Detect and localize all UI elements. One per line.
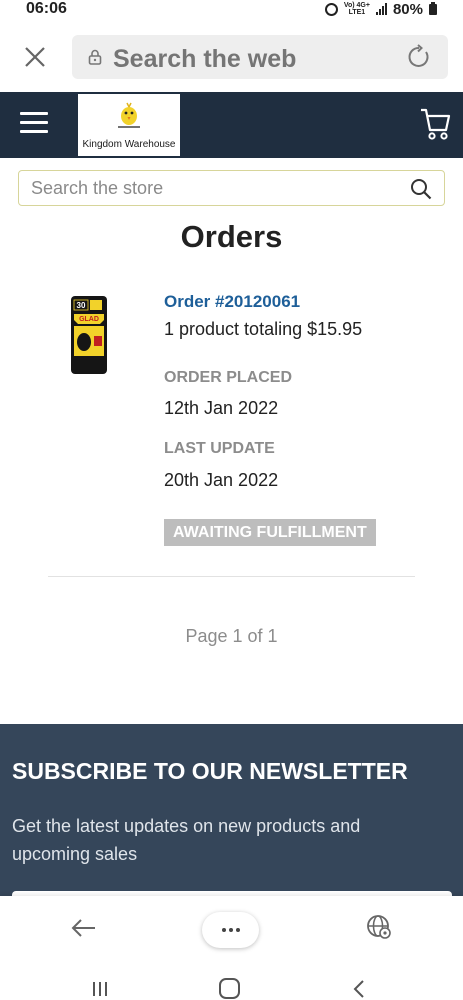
close-icon[interactable] [20, 42, 50, 72]
site-logo[interactable]: Kingdom Warehouse [78, 94, 180, 156]
last-update-date: 20th Jan 2022 [164, 470, 279, 490]
battery-percent: 80% [392, 0, 423, 18]
newsletter-title: SUBSCRIBE TO OUR NEWSLETTER [12, 758, 408, 784]
logo-text: Kingdom Warehouse [82, 139, 176, 150]
order-placed-label: ORDER PLACED [164, 369, 293, 386]
order-placed-date: 12th Jan 2022 [164, 398, 279, 418]
order-summary: 1 product totaling $15.95 [164, 319, 363, 339]
back-arrow-icon[interactable] [70, 916, 98, 940]
bird-logo-icon [114, 100, 144, 130]
search-icon[interactable] [410, 178, 432, 200]
order-number-link[interactable]: Order #20120061 [164, 292, 300, 312]
browser-toolbar [0, 896, 463, 960]
more-icon[interactable] [202, 912, 259, 948]
network-bottom-text: LTE1 [348, 9, 366, 16]
order-status-badge: AWAITING FULFILLMENT [164, 519, 376, 546]
alarm-icon [324, 2, 338, 16]
product-count-label: 30 [77, 301, 86, 310]
globe-icon[interactable] [366, 914, 392, 940]
address-bar[interactable]: Search the web [72, 35, 448, 79]
reload-icon[interactable] [406, 44, 432, 70]
page-title: Orders [180, 219, 283, 254]
site-header: Kingdom Warehouse [0, 92, 463, 158]
product-brand-label: GLAD [79, 316, 99, 323]
menu-icon[interactable] [20, 112, 48, 138]
status-icons: Vo) 4G+ LTE1 80% [324, 0, 437, 18]
store-search-input[interactable] [31, 176, 401, 200]
recents-icon[interactable] [90, 980, 110, 998]
home-icon[interactable] [219, 978, 240, 999]
address-text[interactable]: Search the web [113, 45, 296, 74]
android-nav-bar [0, 960, 463, 1000]
network-top-text: Vo) 4G+ [343, 2, 370, 9]
pagination-text: Page 1 of 1 [185, 626, 278, 646]
lock-icon [88, 49, 102, 65]
cart-icon[interactable] [419, 104, 451, 144]
newsletter-section: SUBSCRIBE TO OUR NEWSLETTER Get the late… [0, 724, 463, 911]
browser-bar: Search the web [0, 20, 463, 92]
last-update-label: LAST UPDATE [164, 440, 275, 457]
back-icon[interactable] [352, 978, 366, 1000]
newsletter-text: Get the latest updates on new products a… [12, 816, 361, 864]
divider [48, 576, 415, 577]
network-indicator: Vo) 4G+ LTE1 [344, 2, 370, 16]
signal-icon [375, 3, 387, 15]
status-bar: 06:06 Vo) 4G+ LTE1 80% [0, 0, 463, 20]
status-time: 06:06 [26, 0, 67, 17]
battery-icon [429, 1, 437, 15]
store-search-box [18, 170, 445, 206]
product-image[interactable]: 30 GLAD [70, 294, 108, 376]
